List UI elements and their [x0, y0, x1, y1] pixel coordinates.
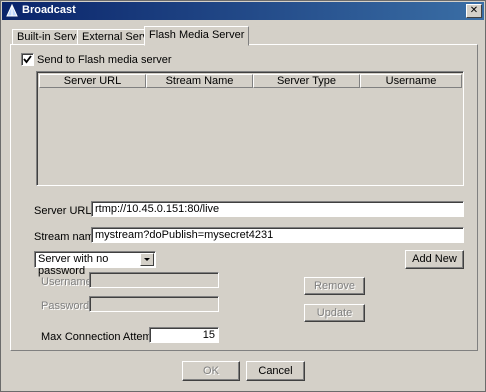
send-to-fms-label: Send to Flash media server	[37, 54, 172, 66]
server-url-label: Server URL:	[34, 205, 95, 217]
checkmark-icon	[23, 55, 32, 64]
username-label: Username:	[41, 276, 95, 288]
title-bar[interactable]: Broadcast ✕	[2, 2, 484, 20]
update-button[interactable]: Update	[304, 304, 365, 322]
column-header-username[interactable]: Username	[360, 74, 462, 88]
close-button[interactable]: ✕	[466, 4, 482, 18]
cancel-button[interactable]: Cancel	[246, 361, 305, 381]
broadcast-icon	[6, 4, 18, 17]
server-list-table[interactable]: Server URL Stream Name Server Type Usern…	[36, 71, 464, 186]
dropdown-button[interactable]	[140, 253, 154, 266]
window-title: Broadcast	[22, 4, 76, 16]
ok-button[interactable]: OK	[182, 361, 240, 381]
username-input[interactable]	[89, 272, 219, 288]
max-attempts-input[interactable]: 15	[149, 327, 219, 343]
chevron-down-icon	[144, 258, 150, 261]
column-header-server-url[interactable]: Server URL	[39, 74, 146, 88]
server-auth-select[interactable]: Server with no password	[34, 251, 156, 277]
close-icon: ✕	[469, 5, 479, 16]
tab-label: Built-in Server	[17, 31, 87, 43]
password-label: Password:	[41, 300, 93, 312]
add-new-button[interactable]: Add New	[405, 250, 464, 269]
column-header-stream-name[interactable]: Stream Name	[146, 74, 253, 88]
stream-name-input[interactable]: mystream?doPublish=mysecret4231	[91, 227, 464, 243]
password-input[interactable]	[89, 296, 219, 312]
table-header: Server URL Stream Name Server Type Usern…	[39, 74, 462, 88]
column-header-server-type[interactable]: Server Type	[253, 74, 360, 88]
send-to-fms-checkbox[interactable]	[21, 53, 34, 66]
server-url-input[interactable]: rtmp://10.45.0.151:80/live	[91, 201, 464, 217]
broadcast-dialog: Broadcast ✕ Built-in Server External Ser…	[0, 0, 486, 392]
tab-label: Flash Media Server	[149, 29, 245, 41]
tab-flash-media-server[interactable]: Flash Media Server	[144, 26, 250, 46]
remove-button[interactable]: Remove	[304, 277, 365, 295]
